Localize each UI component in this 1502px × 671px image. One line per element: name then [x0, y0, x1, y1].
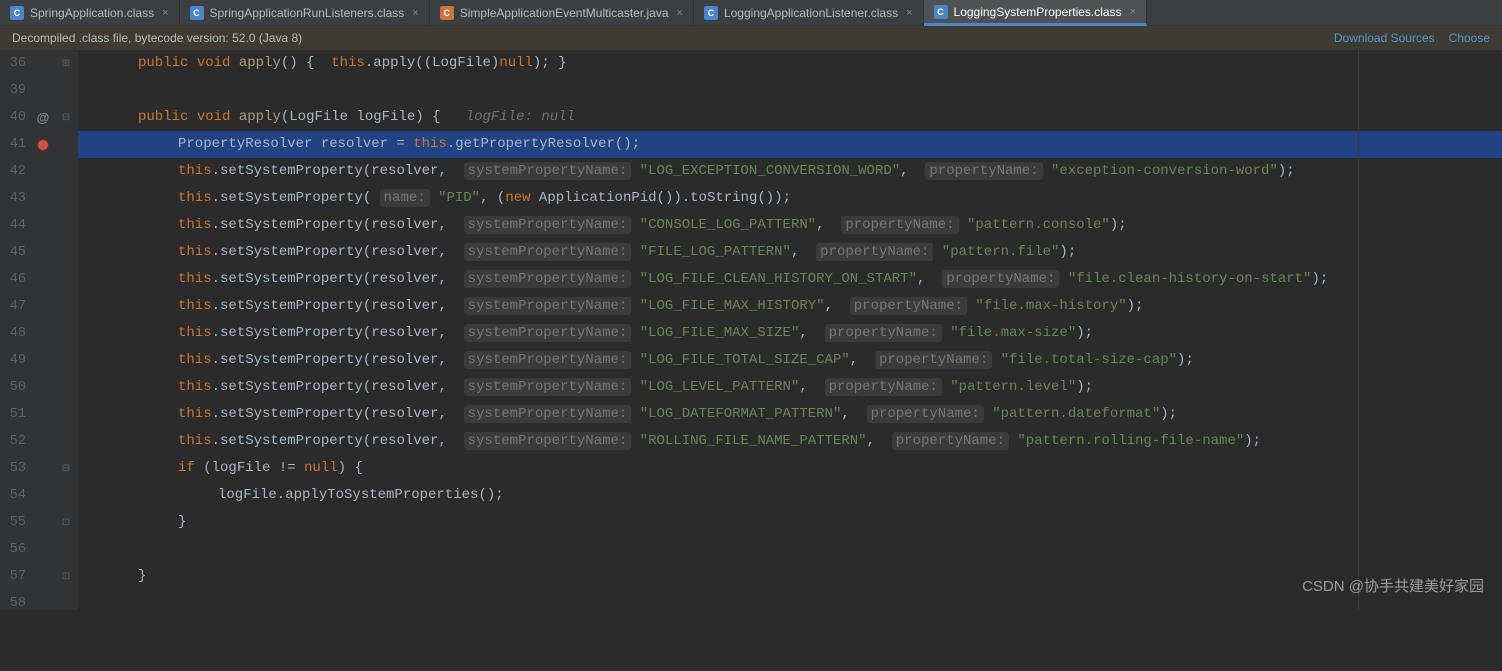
code-line: this.setSystemProperty(resolver, systemP… — [78, 374, 1502, 401]
code-line: this.setSystemProperty(resolver, systemP… — [78, 401, 1502, 428]
code-line: this.setSystemProperty(resolver, systemP… — [78, 158, 1502, 185]
fold-icon[interactable]: ⊞ — [62, 58, 70, 69]
line-numbers: 3639404142434445464748495051525354555657… — [0, 50, 32, 610]
code-line: public void apply() { this.apply((LogFil… — [78, 50, 1502, 77]
tab-spring-application[interactable]: CSpringApplication.class× — [0, 0, 180, 26]
code-area[interactable]: public void apply() { this.apply((LogFil… — [78, 50, 1502, 610]
close-icon[interactable]: × — [412, 7, 418, 19]
code-line — [78, 590, 1502, 617]
right-margin — [1358, 50, 1359, 610]
code-line: this.setSystemProperty(resolver, systemP… — [78, 320, 1502, 347]
banner-links: Download Sources Choose — [1334, 31, 1490, 45]
java-icon: C — [440, 6, 454, 20]
editor-tabs: CSpringApplication.class× CSpringApplica… — [0, 0, 1502, 26]
override-icon: @ — [37, 110, 50, 125]
close-icon[interactable]: × — [677, 7, 683, 19]
code-line: } — [78, 563, 1502, 590]
banner-message: Decompiled .class file, bytecode version… — [12, 31, 302, 45]
code-line: this.setSystemProperty(resolver, systemP… — [78, 293, 1502, 320]
class-icon: C — [934, 5, 948, 19]
close-icon[interactable]: × — [1130, 6, 1136, 18]
tab-multicaster[interactable]: CSimpleApplicationEventMulticaster.java× — [430, 0, 694, 26]
code-editor[interactable]: 3639404142434445464748495051525354555657… — [0, 50, 1502, 610]
tab-run-listeners[interactable]: CSpringApplicationRunListeners.class× — [180, 0, 430, 26]
close-icon[interactable]: × — [162, 7, 168, 19]
class-icon: C — [10, 6, 24, 20]
code-line: public void apply(LogFile logFile) { log… — [78, 104, 1502, 131]
code-line: if (logFile != null) { — [78, 455, 1502, 482]
code-line: logFile.applyToSystemProperties(); — [78, 482, 1502, 509]
code-line: this.setSystemProperty( name: "PID", (ne… — [78, 185, 1502, 212]
code-line: } — [78, 509, 1502, 536]
gutter-marks: @ — [32, 50, 54, 610]
tab-logging-system-properties[interactable]: CLoggingSystemProperties.class× — [924, 0, 1148, 26]
code-line: this.setSystemProperty(resolver, systemP… — [78, 428, 1502, 455]
code-line-highlighted: PropertyResolver resolver = this.getProp… — [78, 131, 1502, 158]
fold-end-icon[interactable]: ⊡ — [62, 517, 70, 528]
code-line: this.setSystemProperty(resolver, systemP… — [78, 212, 1502, 239]
download-sources-link[interactable]: Download Sources — [1334, 31, 1435, 45]
fold-end-icon[interactable]: ⊡ — [62, 571, 70, 582]
class-icon: C — [704, 6, 718, 20]
fold-icon[interactable]: ⊟ — [62, 463, 70, 474]
watermark: CSDN @协手共建美好家园 — [1302, 575, 1484, 596]
code-line: this.setSystemProperty(resolver, systemP… — [78, 347, 1502, 374]
choose-sources-link[interactable]: Choose — [1449, 31, 1490, 45]
tab-logging-listener[interactable]: CLoggingApplicationListener.class× — [694, 0, 924, 26]
code-line — [78, 536, 1502, 563]
code-line: this.setSystemProperty(resolver, systemP… — [78, 239, 1502, 266]
breakpoint-icon[interactable] — [37, 139, 49, 151]
fold-gutter: ⊞ ⊟ ⊟ ⊡ ⊡ — [54, 50, 78, 610]
fold-icon[interactable]: ⊟ — [62, 112, 70, 123]
decompiled-banner: Decompiled .class file, bytecode version… — [0, 26, 1502, 50]
code-line — [78, 77, 1502, 104]
class-icon: C — [190, 6, 204, 20]
close-icon[interactable]: × — [906, 7, 912, 19]
code-line: this.setSystemProperty(resolver, systemP… — [78, 266, 1502, 293]
